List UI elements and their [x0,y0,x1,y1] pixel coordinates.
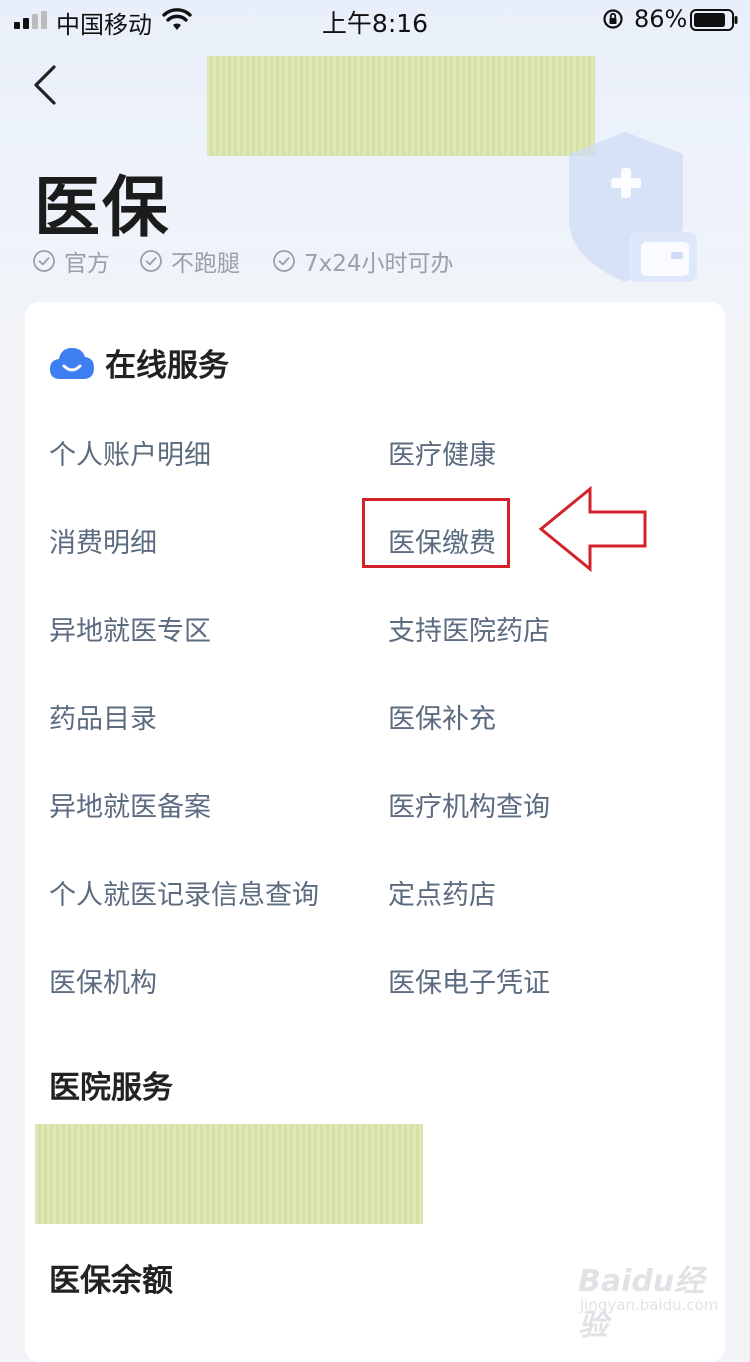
battery-icon [690,9,738,31]
service-item[interactable]: 异地就医备案 [49,785,211,824]
cloud-smile-icon [50,347,94,379]
redacted-hospital-area [35,1124,423,1224]
online-services-header: 在线服务 [49,340,229,385]
battery-percent: 86% [634,5,688,33]
watermark-url: jingyan.baidu.com [580,1296,719,1314]
service-item[interactable]: 定点药店 [388,873,496,912]
hospital-services-title: 医院服务 [49,1070,173,1106]
check-circle-icon [273,250,295,272]
insurance-balance-title: 医保余额 [49,1263,173,1299]
service-item[interactable]: 医疗健康 [388,433,496,472]
service-item[interactable]: 个人账户明细 [49,433,211,472]
left-arrow-icon [538,486,647,572]
status-bar: 中国移动 上午8:16 86% [0,0,750,40]
service-item[interactable]: 个人就医记录信息查询 [49,873,319,912]
service-item[interactable]: 医保机构 [49,961,157,1000]
badge-label: 7x24小时可办 [304,251,454,277]
badge-24h: 7x24小时可办 [272,246,454,277]
check-circle-icon [140,250,162,272]
redacted-title-area [207,56,595,156]
back-chevron-icon[interactable] [22,58,74,112]
service-item[interactable]: 医保电子凭证 [388,961,550,1000]
check-circle-icon [33,250,55,272]
service-item[interactable]: 消费明细 [49,521,157,560]
services-card: 在线服务 个人账户明细 消费明细 异地就医专区 药品目录 异地就医备案 个人就医… [25,302,725,1362]
baidu-watermark: Baidu经验 jingyan.baidu.com [578,1256,728,1343]
service-item[interactable]: 异地就医专区 [49,609,211,648]
badge-official: 官方 [32,246,110,277]
medical-shield-illustration [569,132,697,282]
rotation-lock-icon [603,9,623,29]
online-services-title: 在线服务 [105,348,229,384]
badge-label: 官方 [64,251,110,277]
service-item[interactable]: 医保补充 [388,697,496,736]
service-item[interactable]: 支持医院药店 [388,609,550,648]
page-title: 医保 [34,169,170,246]
highlight-box [362,498,510,568]
service-item[interactable]: 药品目录 [49,697,157,736]
badge-no-errands: 不跑腿 [139,246,240,277]
service-item[interactable]: 医疗机构查询 [388,785,550,824]
badge-label: 不跑腿 [171,251,240,277]
